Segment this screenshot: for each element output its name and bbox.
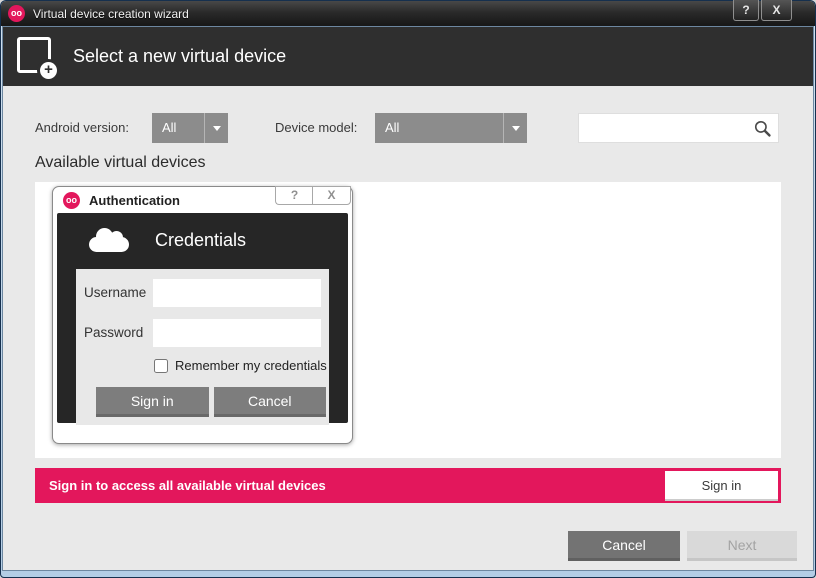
device-model-dropdown[interactable]: All	[375, 113, 527, 143]
auth-help-button[interactable]: ?	[275, 186, 313, 205]
plus-icon: +	[40, 61, 57, 79]
remember-credentials-checkbox[interactable]	[154, 358, 168, 373]
add-device-icon: +	[17, 36, 57, 79]
credentials-header: Credentials	[57, 213, 348, 252]
window-close-button[interactable]: X	[761, 0, 792, 21]
android-version-value: All	[162, 120, 177, 135]
chevron-down-icon	[204, 113, 228, 143]
search-input[interactable]	[585, 114, 751, 144]
auth-titlebar: oo Authentication ? X	[53, 186, 352, 213]
window-titlebar: oo Virtual device creation wizard	[1, 1, 815, 26]
username-field[interactable]	[153, 279, 321, 307]
sign-in-banner: Sign in to access all available virtual …	[35, 468, 781, 503]
wizard-window: oo Virtual device creation wizard ? X + …	[0, 0, 816, 578]
search-box	[578, 113, 779, 144]
cancel-button[interactable]: Cancel	[568, 531, 680, 561]
genymotion-logo-icon: oo	[63, 191, 80, 209]
device-model-value: All	[385, 120, 400, 135]
android-version-label: Android version:	[35, 120, 129, 135]
banner-message: Sign in to access all available virtual …	[49, 478, 326, 493]
window-help-button[interactable]: ?	[733, 0, 759, 21]
username-label: Username	[84, 285, 147, 300]
auth-close-button[interactable]: X	[312, 186, 351, 205]
authentication-dialog: oo Authentication ? X Credentials Userna…	[52, 186, 353, 444]
remember-credentials-label: Remember my credentials	[175, 358, 327, 373]
window-title: Virtual device creation wizard	[33, 6, 189, 21]
auth-cancel-button[interactable]: Cancel	[213, 387, 326, 417]
page-title: Select a new virtual device	[73, 46, 287, 66]
banner-sign-in-button[interactable]: Sign in	[665, 471, 778, 501]
genymotion-logo-icon: oo	[8, 5, 25, 22]
available-devices-heading: Available virtual devices	[35, 154, 206, 171]
credentials-title: Credentials	[155, 230, 247, 250]
auth-dialog-title: Authentication	[89, 192, 180, 208]
credentials-form: Username Password Remember my credential…	[76, 269, 329, 425]
device-model-label: Device model:	[275, 120, 358, 135]
auth-body: Credentials Username Password Remember m…	[57, 213, 348, 425]
password-field[interactable]	[153, 319, 321, 347]
chevron-down-icon	[503, 113, 527, 143]
cloud-icon	[89, 228, 129, 252]
password-label: Password	[84, 325, 144, 340]
android-version-dropdown[interactable]: All	[152, 113, 228, 143]
auth-sign-in-button[interactable]: Sign in	[96, 387, 209, 417]
search-icon	[753, 119, 772, 143]
next-button[interactable]: Next	[687, 531, 797, 561]
wizard-header: + Select a new virtual device	[3, 27, 813, 86]
